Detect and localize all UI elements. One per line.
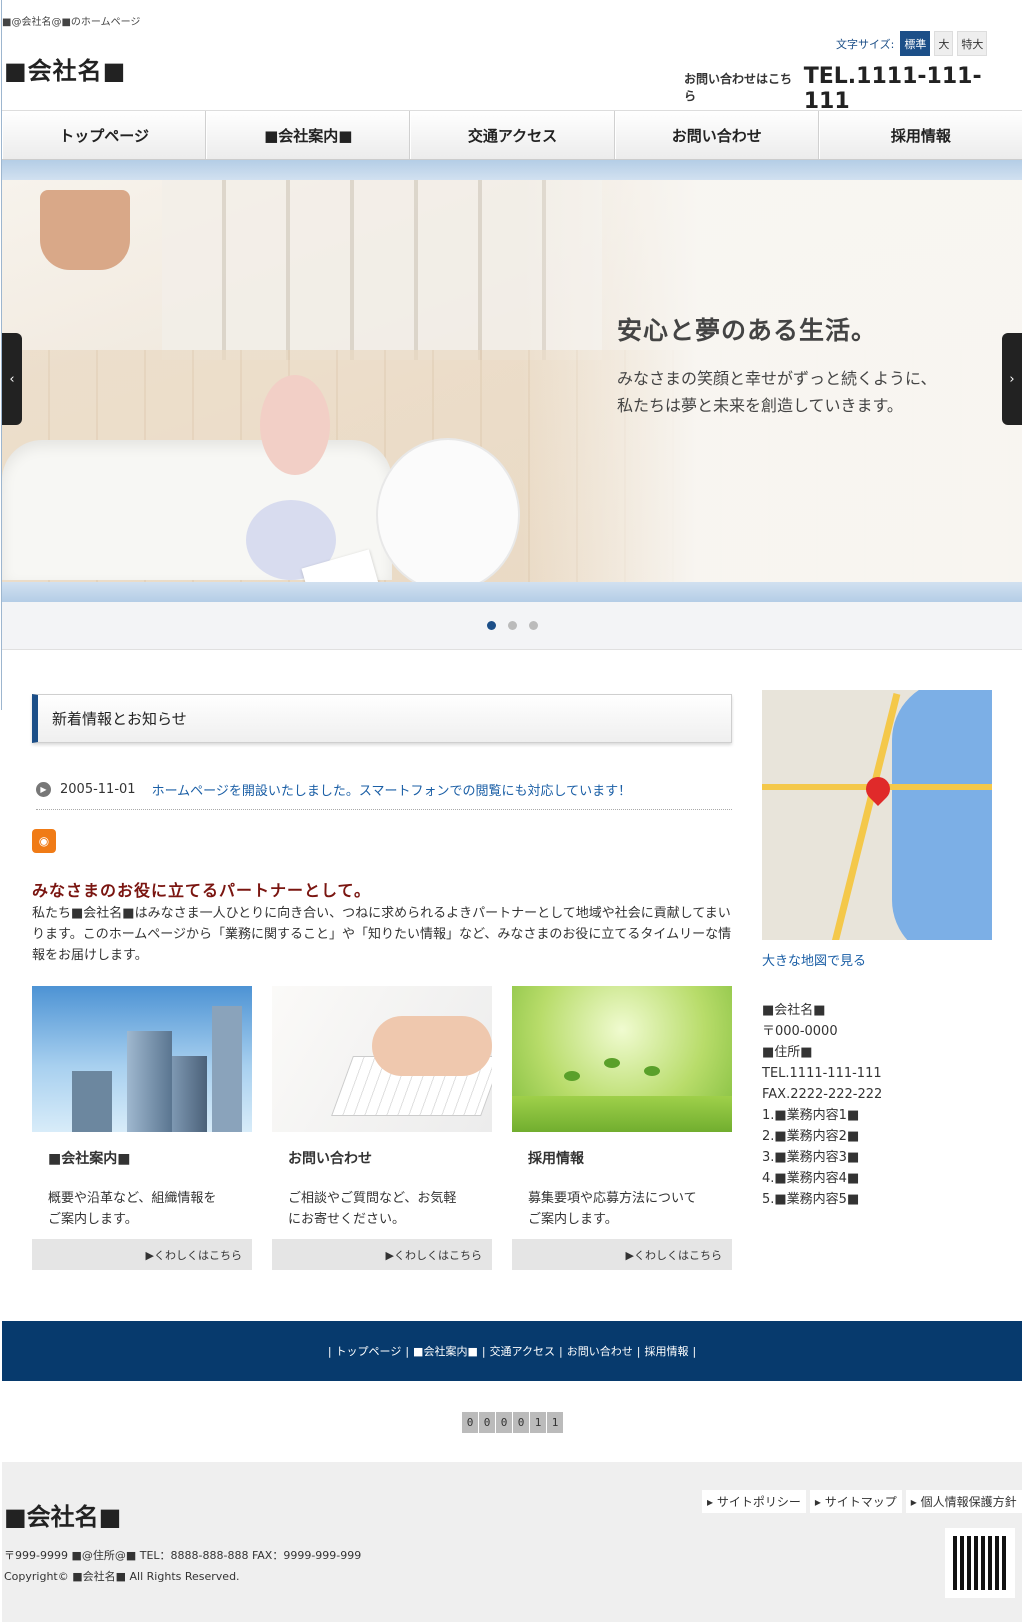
card-contact: お問い合わせ ご相談やご質問など、お気軽 にお寄せください。 ▶くわしくはこちら (272, 986, 492, 1270)
font-size-label: 文字サイズ: (836, 37, 895, 51)
keyboard-image (272, 986, 492, 1132)
hero-lead-line-2: 私たちは夢と未来を創造していきます。 (617, 396, 903, 415)
news-item: ▶ 2005-11-01 ホームページを開設いたしました。スマートフォンでの閲覧… (36, 770, 732, 810)
counter-digit: 1 (530, 1412, 546, 1433)
plant-pot (40, 190, 130, 270)
company-tel: TEL.1111-111-111 (762, 1066, 882, 1081)
nav-access[interactable]: 交通アクセス (410, 111, 615, 159)
header-tel: TEL.1111-111-111 (803, 64, 982, 114)
footer-copyright: Copyright© ■会社名■ All Rights Reserved. (4, 1570, 240, 1583)
nav-recruit[interactable]: 採用情報 (818, 111, 1022, 159)
business-item: 5.■業務内容5■ (762, 1192, 860, 1207)
slider-dot-3[interactable] (528, 621, 538, 630)
nav-company[interactable]: ■会社案内■ (206, 111, 411, 159)
counter-digit: 1 (547, 1412, 563, 1433)
card-text-line-1: 概要や沿革など、組織情報を (48, 1191, 217, 1206)
site-title[interactable]: ■会社名■ (4, 51, 126, 86)
card-more-button[interactable]: ▶くわしくはこちら (512, 1239, 732, 1270)
company-zip: 〒000-0000 (762, 1024, 838, 1039)
company-info: ■会社名■ 〒000-0000 ■住所■ TEL.1111-111-111 FA… (762, 1000, 882, 1210)
privacy-policy-label: 個人情報保護方針 (920, 1495, 1017, 1509)
slider-next-button[interactable]: › (1002, 333, 1022, 425)
counter-digit: 0 (513, 1412, 529, 1433)
footer-nav-contact[interactable]: お問い合わせ (567, 1343, 633, 1359)
card-text-line-2: ご案内します。 (48, 1212, 138, 1227)
footer-nav-recruit[interactable]: 採用情報 (644, 1343, 688, 1359)
slider-pagination (2, 602, 1022, 650)
business-item: 4.■業務内容4■ (762, 1171, 860, 1186)
font-size-switcher: 文字サイズ: 標準 大 特大 (836, 31, 988, 56)
buildings-image (32, 986, 252, 1132)
business-item: 3.■業務内容3■ (762, 1150, 860, 1165)
counter-digit: 0 (462, 1412, 478, 1433)
business-item: 2.■業務内容2■ (762, 1129, 860, 1144)
play-bullet-icon: ▶ (36, 782, 51, 797)
company-name: ■会社名■ (762, 1003, 826, 1018)
intro-title: みなさまのお役に立てるパートナーとして。 (32, 881, 372, 900)
hero-copy: 安心と夢のある生活。 みなさまの笑顔と幸せがずっと続くように、 私たちは夢と未来… (617, 311, 937, 419)
sprout-image (512, 986, 732, 1132)
site-policy-label: サイトポリシー (716, 1495, 801, 1509)
footer-nav-top[interactable]: トップページ (336, 1343, 402, 1359)
rss-icon[interactable]: ◉ (32, 829, 56, 853)
business-item: 1.■業務内容1■ (762, 1108, 860, 1123)
card-title: お問い合わせ (288, 1151, 372, 1167)
font-size-standard-button[interactable]: 標準 (900, 31, 931, 56)
card-text-line-1: 募集要項や応募方法について (528, 1191, 697, 1206)
card-title: 採用情報 (528, 1151, 584, 1167)
slider-dot-2[interactable] (507, 621, 517, 630)
site-policy-link[interactable]: ▸ サイトポリシー (702, 1490, 806, 1513)
font-size-large-button[interactable]: 大 (934, 31, 954, 56)
large-map-link[interactable]: 大きな地図で見る (762, 950, 866, 969)
card-title: ■会社案内■ (48, 1151, 131, 1167)
contact-label: お問い合わせはこちら (684, 72, 793, 103)
sitemap-link[interactable]: ▸ サイトマップ (809, 1490, 902, 1513)
hero-title: 安心と夢のある生活。 (617, 316, 878, 345)
global-nav: トップページ ■会社案内■ 交通アクセス お問い合わせ 採用情報 (2, 110, 1022, 160)
header-contact: お問い合わせはこちら TEL.1111-111-111 (684, 64, 1027, 114)
card-more-button[interactable]: ▶くわしくはこちら (272, 1239, 492, 1270)
site-footer: ■会社名■ 〒999-9999 ■@住所@■ TEL：8888-888-888 … (2, 1462, 1022, 1622)
card-company: ■会社案内■ 概要や沿革など、組織情報を ご案内します。 ▶くわしくはこちら (32, 986, 252, 1270)
card-recruit: 採用情報 募集要項や応募方法について ご案内します。 ▶くわしくはこちら (512, 986, 732, 1270)
map-widget[interactable] (762, 690, 992, 940)
company-fax: FAX.2222-222-222 (762, 1087, 883, 1102)
news-link[interactable]: ホームページを開設いたしました。スマートフォンでの閲覧にも対応しています！ (152, 780, 632, 799)
sitemap-label: サイトマップ (824, 1495, 897, 1509)
card-text: 概要や沿革など、組織情報を ご案内します。 (48, 1188, 252, 1240)
nav-top[interactable]: トップページ (2, 111, 207, 159)
footer-nav-access[interactable]: 交通アクセス (490, 1343, 555, 1359)
card-text: ご相談やご質問など、お気軽 にお寄せください。 (288, 1188, 492, 1240)
map-road (830, 693, 901, 940)
card-text-line-2: にお寄せください。 (288, 1212, 406, 1227)
footer-nav: | トップページ | ■会社案内■ | 交通アクセス | お問い合わせ | 採用情報 | (2, 1321, 1022, 1381)
card-more-button[interactable]: ▶くわしくはこちら (32, 1239, 252, 1270)
footer-address: 〒999-9999 ■@住所@■ TEL：8888-888-888 FAX：99… (4, 1549, 362, 1562)
family-person-father (378, 440, 518, 582)
footer-links: ▸ サイトポリシー ▸ サイトマップ ▸ 個人情報保護方針 (702, 1490, 1022, 1513)
slider-prev-button[interactable]: ‹ (2, 333, 22, 425)
hero-lead-line-1: みなさまの笑顔と幸せがずっと続くように、 (617, 369, 937, 388)
company-address: ■住所■ (762, 1045, 813, 1060)
intro-body: 私たち■会社名■はみなさま一人ひとりに向き合い、つねに求められるよきパートナーと… (32, 906, 732, 963)
access-counter: 0 0 0 0 1 1 (462, 1412, 563, 1433)
slider-dot-1[interactable] (486, 621, 496, 630)
counter-digit: 0 (479, 1412, 495, 1433)
news-heading: 新着情報とお知らせ (32, 694, 732, 743)
card-text-line-2: ご案内します。 (528, 1212, 618, 1227)
card-text: 募集要項や応募方法について ご案内します。 (528, 1188, 732, 1240)
site-tagline: ■@会社名@■のホームページ (2, 17, 141, 28)
family-person-mother (260, 375, 330, 475)
qr-code-icon (945, 1528, 1015, 1598)
map-water (892, 690, 992, 940)
font-size-xlarge-button[interactable]: 特大 (957, 31, 988, 56)
footer-nav-company[interactable]: ■会社案内■ (413, 1343, 478, 1359)
nav-contact[interactable]: お問い合わせ (614, 111, 819, 159)
card-text-line-1: ご相談やご質問など、お気軽 (288, 1191, 457, 1206)
hero-lead: みなさまの笑顔と幸せがずっと続くように、 私たちは夢と未来を創造していきます。 (617, 365, 937, 419)
counter-digit: 0 (496, 1412, 512, 1433)
privacy-policy-link[interactable]: ▸ 個人情報保護方針 (905, 1490, 1022, 1513)
footer-title[interactable]: ■会社名■ (4, 1497, 121, 1532)
news-date: 2005-11-01 (60, 782, 136, 797)
